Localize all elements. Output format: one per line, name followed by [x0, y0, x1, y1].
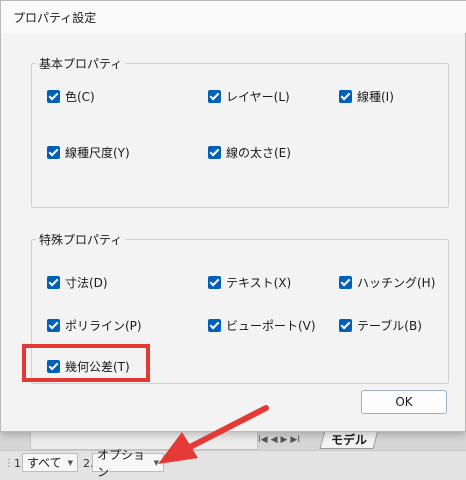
annotation-arrow-icon: [158, 405, 269, 464]
